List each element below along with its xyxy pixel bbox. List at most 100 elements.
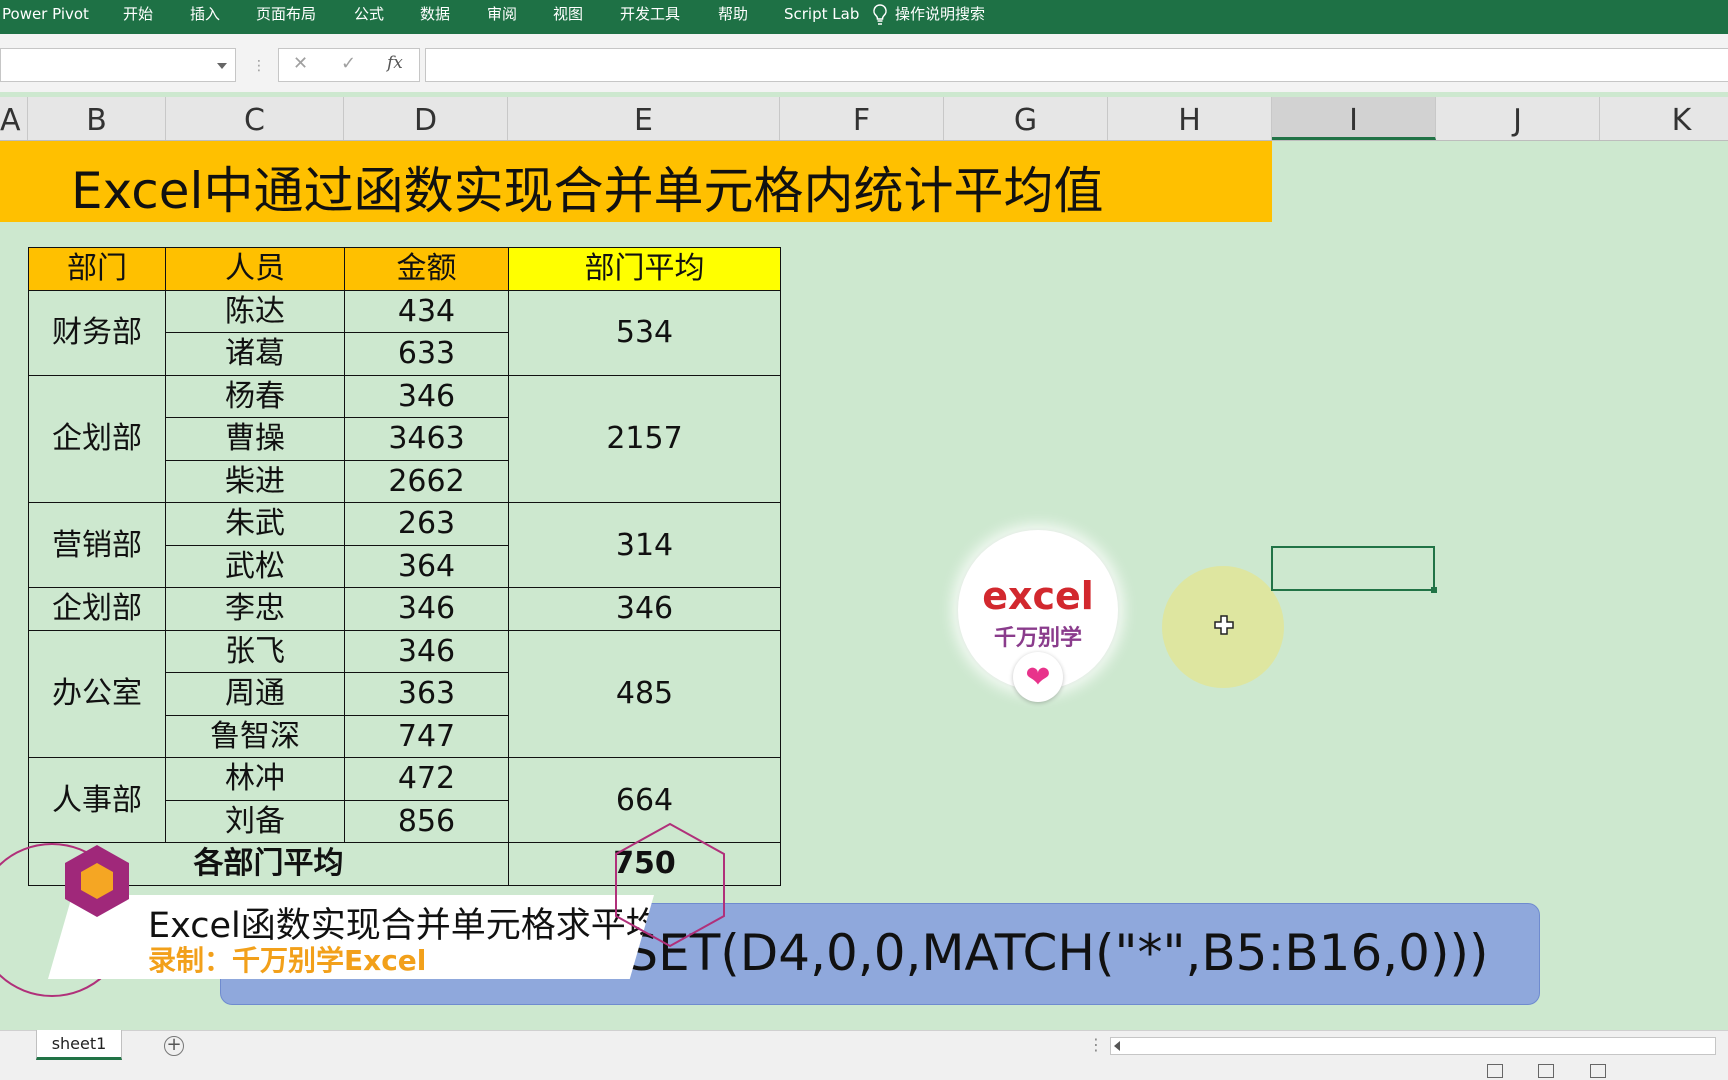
dept-cell[interactable]: 企划部 [28, 587, 166, 631]
tab-view[interactable]: 视图 [553, 0, 583, 34]
heart-icon: ❤ [1013, 652, 1063, 702]
table-header-row: 部门 人员 金额 部门平均 [28, 247, 781, 291]
ribbon-tab-bar: Power Pivot 开始 插入 页面布局 公式 数据 审阅 视图 开发工具 … [0, 0, 1728, 34]
tab-developer[interactable]: 开发工具 [620, 0, 680, 34]
person-cell[interactable]: 武松 [165, 544, 345, 588]
tell-me-label: 操作说明搜索 [895, 5, 986, 23]
dept-avg-cell[interactable]: 534 [508, 289, 781, 376]
column-header-i[interactable]: I [1272, 97, 1436, 140]
amount-cell[interactable]: 346 [344, 374, 509, 418]
person-cell[interactable]: 诸葛 [165, 332, 345, 376]
title-banner[interactable]: Excel中通过函数实现合并单元格内统计平均值 [0, 141, 1272, 222]
insert-function-icon[interactable]: fx [387, 53, 403, 73]
column-header-c[interactable]: C [166, 97, 344, 140]
tab-home[interactable]: 开始 [123, 0, 153, 34]
name-box[interactable] [0, 48, 236, 82]
dept-avg-cell[interactable]: 2157 [508, 374, 781, 503]
amount-cell[interactable]: 633 [344, 332, 509, 376]
column-header-b[interactable]: B [28, 97, 166, 140]
person-cell[interactable]: 朱武 [165, 502, 345, 546]
channel-logo: excel 千万别学 ❤ [958, 530, 1118, 702]
person-cell[interactable]: 林冲 [165, 757, 345, 801]
tab-power-pivot[interactable]: Power Pivot [2, 0, 89, 34]
column-header-d[interactable]: D [344, 97, 508, 140]
dept-cell[interactable]: 人事部 [28, 757, 166, 843]
amount-cell[interactable]: 856 [344, 799, 509, 843]
amount-cell[interactable]: 363 [344, 672, 509, 716]
formula-input[interactable] [425, 48, 1728, 82]
tell-me-search[interactable]: 操作说明搜索 [873, 0, 986, 34]
amount-cell[interactable]: 472 [344, 757, 509, 801]
dept-avg-cell[interactable]: 485 [508, 629, 781, 758]
person-cell[interactable]: 周通 [165, 672, 345, 716]
amount-cell[interactable]: 346 [344, 587, 509, 631]
amount-cell[interactable]: 2662 [344, 459, 509, 503]
person-cell[interactable]: 曹操 [165, 417, 345, 461]
header-dept[interactable]: 部门 [28, 247, 166, 291]
page-break-view-icon[interactable] [1590, 1064, 1606, 1078]
column-header-f[interactable]: F [780, 97, 944, 140]
add-sheet-icon[interactable]: + [164, 1036, 184, 1056]
column-header-h[interactable]: H [1108, 97, 1272, 140]
dept-cell[interactable]: 财务部 [28, 289, 166, 376]
banner-title: Excel中通过函数实现合并单元格内统计平均值 [71, 162, 1104, 220]
header-person[interactable]: 人员 [165, 247, 345, 291]
column-header-a[interactable]: A [0, 97, 28, 140]
dept-cell[interactable]: 营销部 [28, 502, 166, 588]
formula-buttons: ✕ ✓ fx [278, 48, 420, 82]
table-row: 办公室 张飞 346 485 [28, 629, 781, 758]
selected-cell[interactable] [1271, 546, 1437, 593]
amount-cell[interactable]: 3463 [344, 417, 509, 461]
cancel-icon[interactable]: ✕ [293, 53, 308, 74]
dept-cell[interactable]: 企划部 [28, 374, 166, 503]
enter-icon[interactable]: ✓ [341, 53, 356, 74]
chevron-down-icon[interactable] [217, 63, 227, 69]
amount-cell[interactable]: 346 [344, 629, 509, 673]
amount-cell[interactable]: 434 [344, 289, 509, 333]
person-cell[interactable]: 柴进 [165, 459, 345, 503]
table-row: 企划部 杨春 346 2157 [28, 374, 781, 503]
tab-review[interactable]: 审阅 [487, 0, 517, 34]
hexagon-icon [65, 845, 129, 917]
tab-script-lab[interactable]: Script Lab [784, 0, 859, 34]
dept-avg-cell[interactable]: 346 [508, 587, 781, 631]
table-row: 人事部 林冲 472 664 [28, 757, 781, 843]
drag-handle-icon[interactable]: ⋮ [1088, 1035, 1104, 1054]
column-header-g[interactable]: G [944, 97, 1108, 140]
person-cell[interactable]: 李忠 [165, 587, 345, 631]
watermark-card: Excel函数实现合并单元格求平均 录制：千万别学Excel [48, 895, 654, 979]
drag-handle-icon[interactable]: ⋮ [252, 56, 266, 76]
column-header-j[interactable]: J [1436, 97, 1600, 140]
tab-formulas[interactable]: 公式 [354, 0, 384, 34]
person-cell[interactable]: 陈达 [165, 289, 345, 333]
tab-insert[interactable]: 插入 [190, 0, 220, 34]
person-cell[interactable]: 刘备 [165, 799, 345, 843]
lightbulb-icon [873, 4, 887, 25]
tab-help[interactable]: 帮助 [718, 0, 748, 34]
person-cell[interactable]: 张飞 [165, 629, 345, 673]
amount-cell[interactable]: 747 [344, 714, 509, 758]
amount-cell[interactable]: 263 [344, 502, 509, 546]
dept-cell[interactable]: 办公室 [28, 629, 166, 758]
formula-bar: ⋮ ✕ ✓ fx [0, 42, 1728, 92]
column-header-k[interactable]: K [1600, 97, 1728, 140]
person-cell[interactable]: 鲁智深 [165, 714, 345, 758]
normal-view-icon[interactable] [1487, 1064, 1503, 1078]
table-row: 营销部 朱武 263 314 [28, 502, 781, 588]
column-header-e[interactable]: E [508, 97, 780, 140]
tab-data[interactable]: 数据 [420, 0, 450, 34]
header-dept-avg[interactable]: 部门平均 [508, 247, 781, 291]
amount-cell[interactable]: 364 [344, 544, 509, 588]
horizontal-scrollbar[interactable] [1110, 1037, 1716, 1055]
tab-page-layout[interactable]: 页面布局 [256, 0, 316, 34]
scroll-left-icon[interactable] [1114, 1041, 1120, 1051]
person-cell[interactable]: 杨春 [165, 374, 345, 418]
dept-avg-cell[interactable]: 314 [508, 502, 781, 588]
page-layout-view-icon[interactable] [1538, 1064, 1554, 1078]
sheet-tab-sheet1[interactable]: sheet1 [36, 1030, 122, 1060]
header-amount[interactable]: 金额 [344, 247, 509, 291]
fill-handle[interactable] [1431, 587, 1437, 593]
data-table: 部门 人员 金额 部门平均 财务部 陈达 434 534 诸葛 633 企划部 … [28, 247, 781, 886]
cell-cursor-icon [1214, 615, 1234, 635]
logo-subtitle: 千万别学 [993, 626, 1082, 651]
